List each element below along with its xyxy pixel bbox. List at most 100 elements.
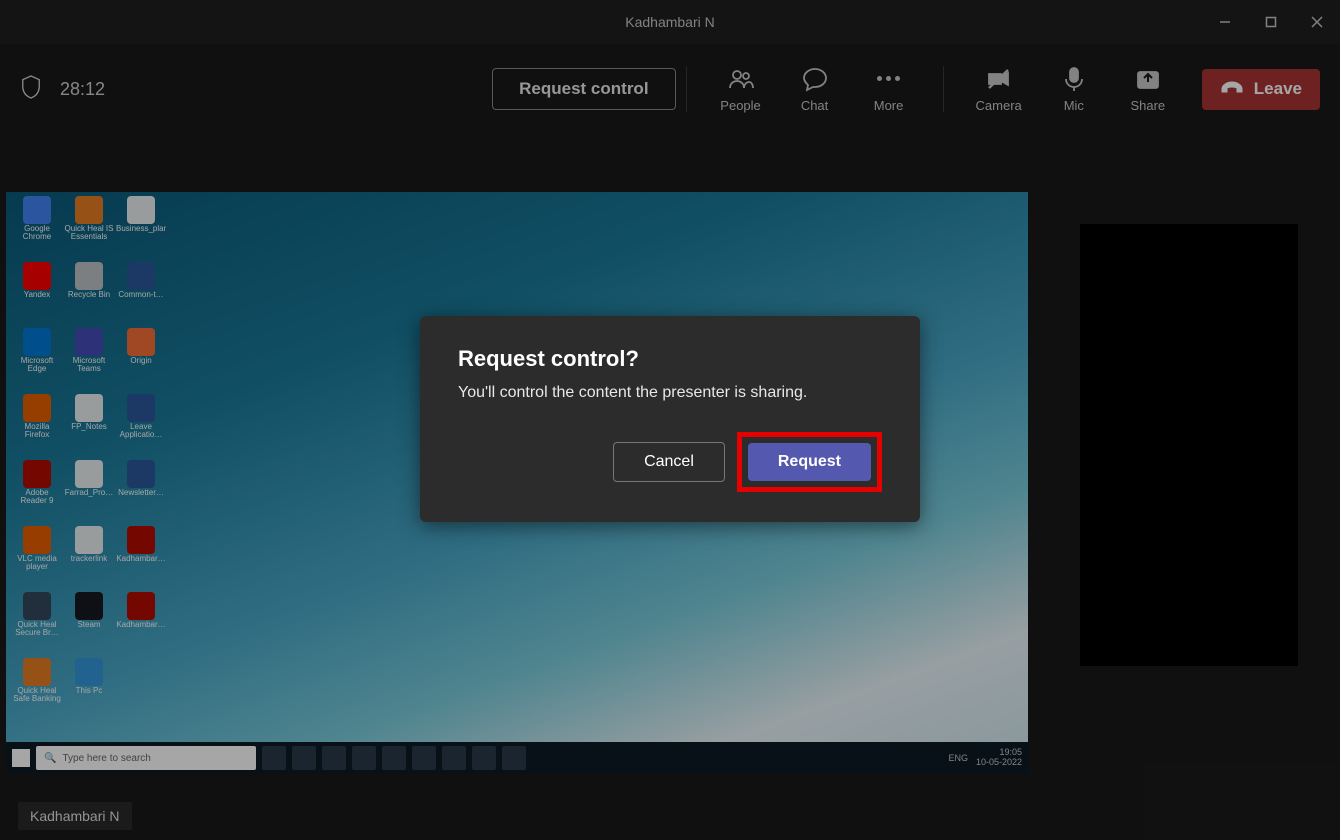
desktop-icon: Microsoft Edge xyxy=(12,328,62,392)
windows-search-box: 🔍 Type here to search xyxy=(36,746,256,770)
desktop-icon-label: trackerlink xyxy=(71,555,107,563)
taskbar-app-icon xyxy=(472,746,496,770)
tray-lang: ENG xyxy=(948,753,968,763)
meeting-timer-area: 28:12 xyxy=(20,74,105,105)
desktop-icon-image xyxy=(75,592,103,620)
desktop-icon-image xyxy=(23,592,51,620)
desktop-icon: Business_plan xyxy=(116,196,166,260)
desktop-icon-label: Adobe Reader 9 xyxy=(12,489,62,506)
desktop-icon-image xyxy=(23,658,51,686)
chat-button[interactable]: Chat xyxy=(793,66,837,113)
desktop-icon-label: Farrad_Pro… xyxy=(65,489,113,497)
desktop-icon: Google Chrome xyxy=(12,196,62,260)
desktop-icon: Common-t… xyxy=(116,262,166,326)
request-control-button[interactable]: Request control xyxy=(492,68,675,110)
desktop-icon-image xyxy=(23,196,51,224)
leave-button[interactable]: Leave xyxy=(1202,69,1320,110)
taskbar-app-icon xyxy=(382,746,406,770)
maximize-button[interactable] xyxy=(1248,0,1294,44)
search-placeholder: Type here to search xyxy=(62,753,150,764)
hangup-icon xyxy=(1220,79,1244,100)
desktop-icon-image xyxy=(75,658,103,686)
minimize-button[interactable] xyxy=(1202,0,1248,44)
desktop-icon: Yandex xyxy=(12,262,62,326)
share-icon xyxy=(1135,66,1161,92)
desktop-icon: Recycle Bin xyxy=(64,262,114,326)
more-label: More xyxy=(874,98,904,113)
desktop-icon-image xyxy=(23,460,51,488)
taskbar-app-icon xyxy=(352,746,376,770)
desktop-icon: Newsletter… xyxy=(116,460,166,524)
desktop-icon-label: Origin xyxy=(130,357,151,365)
desktop-icon-label: Yandex xyxy=(24,291,51,299)
system-tray: ENG 19:05 10-05-2022 xyxy=(948,748,1022,768)
desktop-icon-image xyxy=(127,460,155,488)
meeting-timer: 28:12 xyxy=(60,79,105,100)
desktop-icon-label: Business_plan xyxy=(116,225,166,233)
meeting-toolbar: 28:12 Request control People Chat More xyxy=(0,44,1340,134)
desktop-icon-label: Google Chrome xyxy=(12,225,62,242)
share-label: Share xyxy=(1130,98,1165,113)
shield-icon xyxy=(20,74,42,105)
people-button[interactable]: People xyxy=(719,66,763,113)
dialog-body: You'll control the content the presenter… xyxy=(458,384,882,402)
request-control-dialog: Request control? You'll control the cont… xyxy=(420,316,920,522)
desktop-icon-image xyxy=(127,196,155,224)
desktop-icon-label: Recycle Bin xyxy=(68,291,110,299)
desktop-icon-image xyxy=(23,328,51,356)
desktop-icon: Kadhambar… xyxy=(116,526,166,590)
camera-label: Camera xyxy=(976,98,1022,113)
desktop-icon-label: Quick Heal IS Essentials xyxy=(64,225,114,242)
desktop-icon: Quick Heal Secure Br… xyxy=(12,592,62,656)
taskbar-app-icon xyxy=(442,746,466,770)
search-icon: 🔍 xyxy=(44,753,56,764)
desktop-icon: Adobe Reader 9 xyxy=(12,460,62,524)
more-button[interactable]: More xyxy=(867,66,911,113)
window-controls xyxy=(1202,0,1340,44)
chat-label: Chat xyxy=(801,98,828,113)
desktop-icon-image xyxy=(127,394,155,422)
desktop-icon-image xyxy=(75,262,103,290)
desktop-icon-label: Steam xyxy=(77,621,100,629)
desktop-icon-label: FP_Notes xyxy=(71,423,107,431)
desktop-icon-image xyxy=(75,394,103,422)
desktop-icon-label: Quick Heal Secure Br… xyxy=(12,621,62,638)
mic-button[interactable]: Mic xyxy=(1052,66,1096,113)
desktop-icon-label: Microsoft Teams xyxy=(64,357,114,374)
desktop-icon-image xyxy=(127,592,155,620)
windows-start-icon xyxy=(12,749,30,767)
close-button[interactable] xyxy=(1294,0,1340,44)
people-label: People xyxy=(720,98,760,113)
task-view-icon xyxy=(292,746,316,770)
taskbar-app-icon xyxy=(502,746,526,770)
mic-icon xyxy=(1061,66,1087,92)
desktop-icon-label: Mozilla Firefox xyxy=(12,423,62,440)
share-button[interactable]: Share xyxy=(1126,66,1170,113)
request-button[interactable]: Request xyxy=(748,443,871,481)
toolbar-separator xyxy=(686,66,687,112)
people-icon xyxy=(728,66,754,92)
leave-label: Leave xyxy=(1254,79,1302,99)
dialog-title: Request control? xyxy=(458,346,882,372)
camera-button[interactable]: Camera xyxy=(976,66,1022,113)
desktop-icon: Microsoft Teams xyxy=(64,328,114,392)
desktop-icon: Kadhambar… xyxy=(116,592,166,656)
cancel-button[interactable]: Cancel xyxy=(613,442,725,482)
desktop-icon: Origin xyxy=(116,328,166,392)
desktop-icon-image xyxy=(23,262,51,290)
desktop-icon: Mozilla Firefox xyxy=(12,394,62,458)
cortana-icon xyxy=(262,746,286,770)
desktop-icon: Quick Heal Safe Banking xyxy=(12,658,62,722)
chat-icon xyxy=(802,66,828,92)
desktop-icon: FP_Notes xyxy=(64,394,114,458)
desktop-icon: Farrad_Pro… xyxy=(64,460,114,524)
desktop-icon-image xyxy=(75,328,103,356)
mic-label: Mic xyxy=(1064,98,1084,113)
presenter-name-label: Kadhambari N xyxy=(18,802,132,830)
toolbar-separator xyxy=(943,66,944,112)
desktop-icon: This Pc xyxy=(64,658,114,722)
desktop-icon-image xyxy=(23,394,51,422)
highlight-annotation: Request xyxy=(737,432,882,492)
self-video-tile[interactable] xyxy=(1080,224,1298,666)
desktop-icon: Steam xyxy=(64,592,114,656)
